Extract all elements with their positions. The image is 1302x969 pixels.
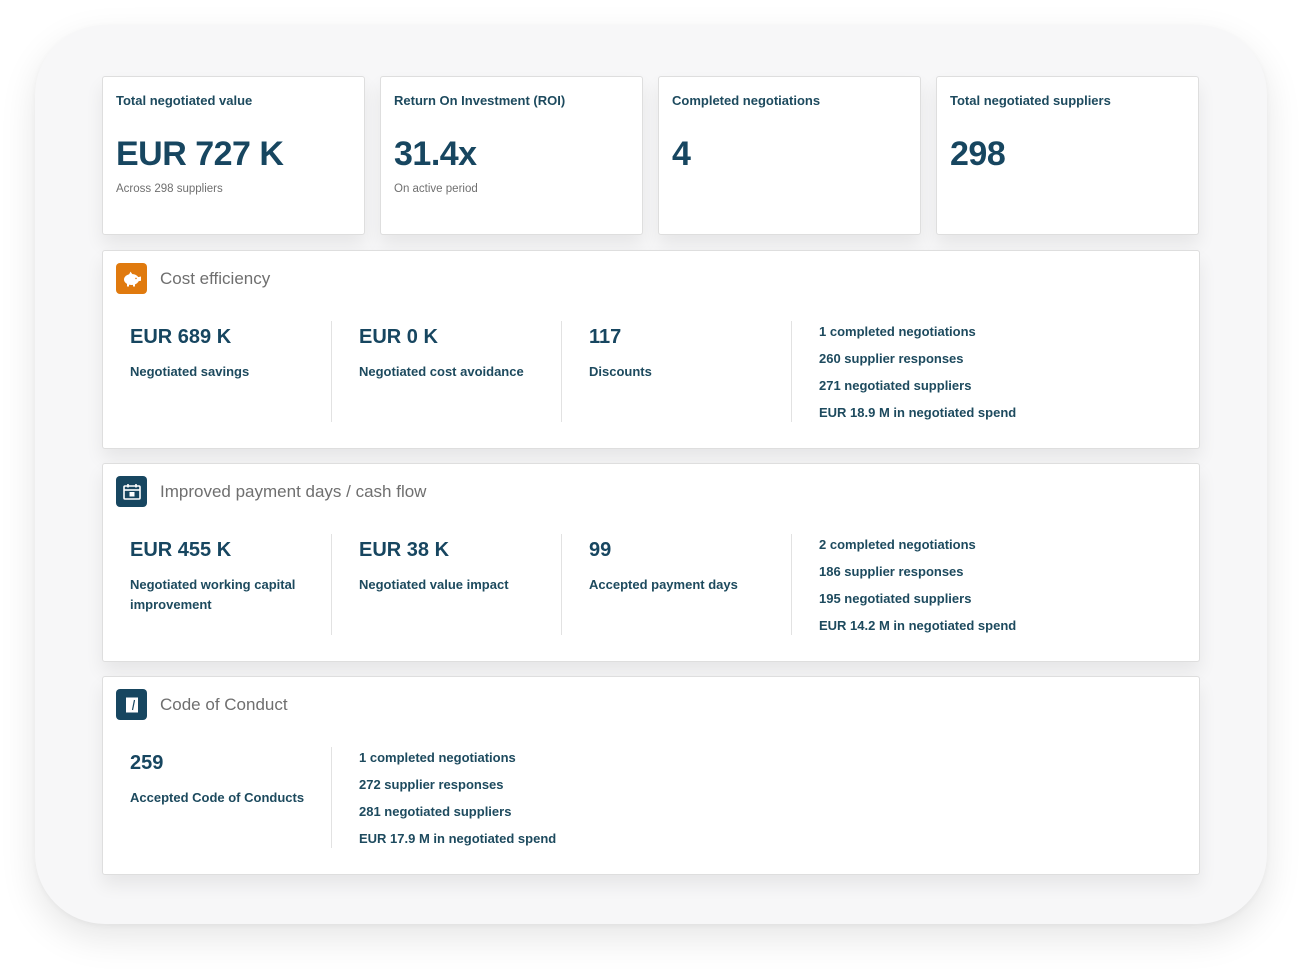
divider [331, 321, 332, 422]
stat-completed-negotiations: 2 completed negotiations [819, 537, 976, 552]
metric-label: Discounts [589, 364, 652, 379]
stat-supplier-responses: 186 supplier responses [819, 564, 964, 579]
metric-value: 117 [589, 326, 622, 348]
stat-negotiated-spend: EUR 18.9 M in negotiated spend [819, 405, 1017, 420]
divider [561, 534, 562, 635]
stat-supplier-responses: 260 supplier responses [819, 351, 964, 366]
metric-accepted-code-of-conducts: 259 Accepted Code of Conducts [130, 752, 305, 808]
section-payment-days: Improved payment days / cash flow EUR 45… [102, 463, 1200, 662]
kpi-value: 4 [672, 135, 691, 173]
metric-value: 99 [589, 539, 612, 561]
metric-value: EUR 38 K [359, 539, 450, 561]
metric-discounts: 117 Discounts [589, 326, 764, 382]
metric-label: Accepted Code of Conducts [130, 790, 305, 805]
divider [331, 747, 332, 848]
metric-label: Negotiated working capital improvement [130, 577, 296, 612]
metric-working-capital: EUR 455 K Negotiated working capital imp… [130, 539, 305, 615]
metric-label: Negotiated cost avoidance [359, 364, 524, 379]
divider [791, 321, 792, 422]
metric-value: EUR 0 K [359, 326, 438, 348]
kpi-title: Total negotiated value [116, 93, 253, 108]
section-title: Improved payment days / cash flow [160, 482, 427, 501]
kpi-card-total-negotiated-value[interactable]: Total negotiated value EUR 727 K Across … [102, 76, 365, 235]
divider [561, 321, 562, 422]
kpi-title: Completed negotiations [672, 93, 821, 108]
metric-value: EUR 455 K [130, 539, 232, 561]
kpi-subtitle: On active period [394, 183, 478, 195]
metric-label: Accepted payment days [589, 577, 738, 592]
stat-negotiated-suppliers: 281 negotiated suppliers [359, 804, 512, 819]
metric-value: 259 [130, 752, 164, 774]
stat-negotiated-spend: EUR 14.2 M in negotiated spend [819, 618, 1017, 633]
stat-completed-negotiations: 1 completed negotiations [359, 750, 516, 765]
stat-supplier-responses: 272 supplier responses [359, 777, 504, 792]
stat-negotiated-suppliers: 271 negotiated suppliers [819, 378, 972, 393]
metric-label: Negotiated savings [130, 364, 250, 379]
kpi-card-total-negotiated-suppliers[interactable]: Total negotiated suppliers 298 [936, 76, 1199, 235]
section-title: Code of Conduct [160, 695, 288, 714]
stats-list: 2 completed negotiations 186 supplier re… [819, 536, 1016, 644]
metric-negotiated-savings: EUR 689 K Negotiated savings [130, 326, 305, 382]
document-icon [116, 689, 147, 720]
stats-list: 1 completed negotiations 272 supplier re… [359, 749, 556, 857]
divider [331, 534, 332, 635]
kpi-title: Return On Investment (ROI) [394, 93, 566, 108]
kpi-value: 298 [950, 135, 1006, 173]
kpi-value: 31.4x [394, 135, 477, 173]
kpi-title: Total negotiated suppliers [950, 93, 1111, 108]
stat-negotiated-spend: EUR 17.9 M in negotiated spend [359, 831, 557, 846]
metric-label: Negotiated value impact [359, 577, 509, 592]
section-cost-efficiency: Cost efficiency EUR 689 K Negotiated sav… [102, 250, 1200, 449]
metric-negotiated-cost-avoidance: EUR 0 K Negotiated cost avoidance [359, 326, 534, 382]
metric-accepted-payment-days: 99 Accepted payment days [589, 539, 764, 595]
kpi-value: EUR 727 K [116, 135, 284, 173]
stats-list: 1 completed negotiations 260 supplier re… [819, 323, 1016, 431]
kpi-card-roi[interactable]: Return On Investment (ROI) 31.4x On acti… [380, 76, 643, 235]
kpi-subtitle: Across 298 suppliers [116, 183, 223, 195]
section-code-of-conduct: Code of Conduct 259 Accepted Code of Con… [102, 676, 1200, 875]
divider [791, 534, 792, 635]
kpi-card-completed-negotiations[interactable]: Completed negotiations 4 [658, 76, 921, 235]
section-title: Cost efficiency [160, 269, 271, 288]
stat-completed-negotiations: 1 completed negotiations [819, 324, 976, 339]
piggy-bank-icon [116, 263, 147, 294]
metric-value-impact: EUR 38 K Negotiated value impact [359, 539, 534, 595]
metric-value: EUR 689 K [130, 326, 232, 348]
calendar-icon [116, 476, 147, 507]
stat-negotiated-suppliers: 195 negotiated suppliers [819, 591, 972, 606]
